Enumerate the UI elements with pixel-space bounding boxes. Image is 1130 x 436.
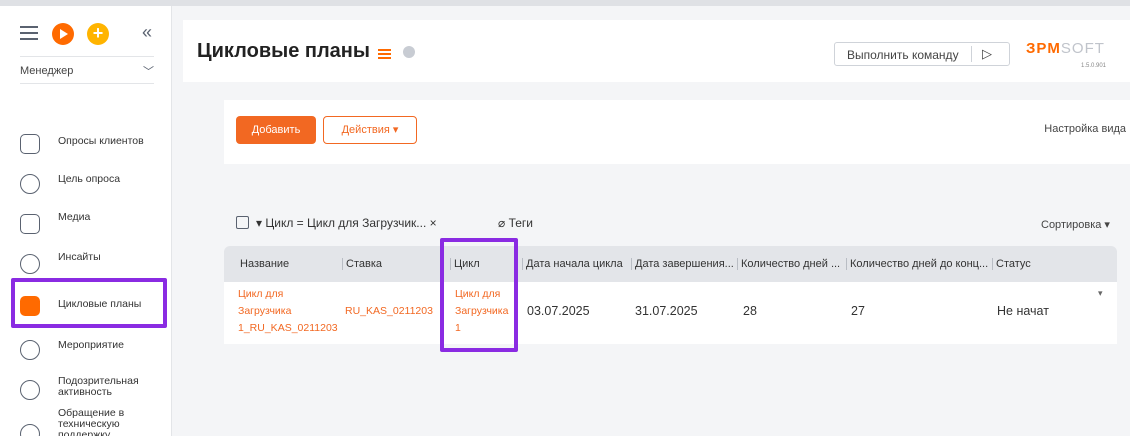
sidebar-item-label: Опросы клиентов: [58, 135, 144, 147]
tags-button[interactable]: ⌀ Теги: [498, 216, 533, 230]
chat-icon: [20, 424, 40, 436]
collapse-sidebar-icon[interactable]: «: [142, 22, 152, 43]
name-link[interactable]: Цикл для Загрузчика 1_RU_KAS_0211203: [238, 286, 338, 337]
table-row[interactable]: Цикл для Загрузчика 1_RU_KAS_0211203 RU_KA…: [224, 282, 1117, 344]
divider: [971, 46, 972, 62]
alert-icon: [20, 380, 40, 400]
list-view-icon[interactable]: [378, 49, 391, 59]
sidebar-item-label: Мероприятие: [58, 339, 124, 351]
media-icon: [20, 214, 40, 234]
actions-dropdown-button[interactable]: Действия ▾: [323, 116, 417, 144]
sidebar-item-surveys[interactable]: Опросы клиентов: [0, 126, 172, 166]
sidebar-item-label: Цель опроса: [58, 173, 121, 185]
column-days[interactable]: Количество дней ...: [737, 258, 843, 270]
days-left-cell: 27: [851, 304, 865, 318]
sidebar-item-suspicious-activity[interactable]: Подозрительная активность: [0, 366, 172, 406]
run-process-icon[interactable]: [52, 23, 74, 45]
days-cell: 28: [743, 304, 757, 318]
analytics-view-icon[interactable]: [403, 46, 415, 58]
role-selector[interactable]: Менеджер ﹀: [20, 56, 154, 84]
run-command-icon[interactable]: ▷: [982, 46, 992, 62]
row-menu-caret-icon[interactable]: ▾: [1098, 288, 1103, 299]
column-days-left[interactable]: Количество дней до конц...: [846, 258, 988, 270]
chevron-down-icon: ﹀: [143, 66, 154, 78]
add-button[interactable]: Добавить: [236, 116, 316, 144]
sidebar-item-media[interactable]: Медиа: [0, 206, 172, 246]
page-title: Цикловые планы: [197, 40, 370, 62]
column-end-date[interactable]: Дата завершения...: [631, 258, 735, 270]
survey-icon: [20, 134, 40, 154]
sidebar-item-label: Инсайты: [58, 251, 101, 263]
start-date-cell: 03.07.2025: [527, 304, 590, 318]
version-label: 1.5.0.901: [1081, 63, 1107, 69]
clock-icon: [20, 340, 40, 360]
sidebar: + « Менеджер ﹀ Опросы клиентов Цель опро…: [0, 6, 172, 436]
brand-logo: ЗPMSOFT: [1026, 40, 1105, 57]
insights-icon: [20, 254, 40, 274]
page-header: Цикловые планы Выполнить команду ▷ ЗPMSO…: [183, 20, 1130, 82]
status-cell: Не начат: [997, 304, 1049, 318]
column-name[interactable]: Название: [240, 258, 289, 270]
column-rate[interactable]: Ставка: [342, 258, 382, 270]
role-label: Менеджер: [20, 65, 74, 77]
menu-icon[interactable]: [20, 26, 38, 40]
column-start-date[interactable]: Дата начала цикла: [522, 258, 623, 270]
sidebar-top: + «: [0, 14, 172, 54]
add-icon[interactable]: +: [87, 23, 109, 45]
view-settings-link[interactable]: Настройка вида: [1044, 123, 1126, 135]
sidebar-item-survey-goal[interactable]: Цель опроса: [0, 166, 172, 206]
sidebar-item-support-request[interactable]: Обращение в техническую поддержку: [0, 406, 172, 436]
sidebar-item-label: Подозрительная активность: [58, 375, 139, 398]
end-date-cell: 31.07.2025: [635, 304, 698, 318]
sort-dropdown[interactable]: Сортировка ▾: [1041, 218, 1110, 231]
command-input[interactable]: Выполнить команду ▷: [834, 42, 1010, 66]
sidebar-item-events[interactable]: Мероприятие: [0, 326, 172, 366]
column-status[interactable]: Статус: [992, 258, 1031, 270]
target-icon: [20, 174, 40, 194]
actions-toolbar: Добавить Действия ▾ Настройка вида: [224, 100, 1130, 164]
annotation-highlight-sidebar: [11, 278, 167, 328]
annotation-highlight-cycle-column: [440, 238, 518, 352]
filter-icon[interactable]: [236, 216, 249, 229]
active-filter[interactable]: ▾ Цикл = Цикл для Загрузчик... ×: [256, 216, 437, 230]
command-placeholder: Выполнить команду: [847, 48, 959, 62]
sidebar-item-label: Медиа: [58, 211, 91, 223]
rate-link[interactable]: RU_KAS_0211203: [345, 303, 433, 320]
table-header: Название Ставка Цикл Дата начала цикла Д…: [224, 246, 1117, 282]
sidebar-item-label: Обращение в техническую поддержку: [58, 407, 125, 436]
